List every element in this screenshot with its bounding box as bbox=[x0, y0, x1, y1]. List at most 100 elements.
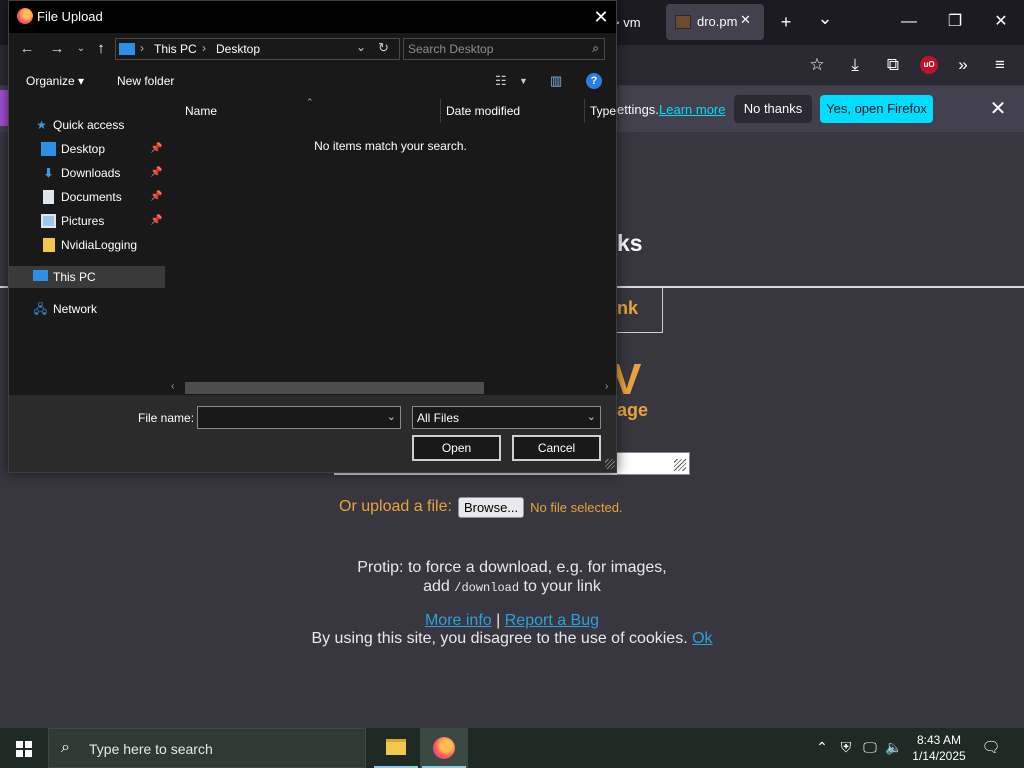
cookie-text: By using this site, you disagree to the … bbox=[311, 630, 688, 647]
preview-pane-icon[interactable]: ▥ bbox=[550, 73, 562, 89]
back-arrow-icon[interactable]: ← bbox=[17, 39, 37, 59]
file-list: ⌃ Name Date modified Type No items match… bbox=[165, 97, 616, 395]
help-icon[interactable]: ? bbox=[586, 73, 602, 89]
refresh-icon[interactable]: ↻ bbox=[378, 40, 389, 56]
documents-folder-icon bbox=[43, 190, 54, 204]
learn-more-link[interactable]: Learn more bbox=[659, 102, 725, 117]
notification-close-icon[interactable]: ✕ bbox=[985, 96, 1011, 122]
taskbar-search[interactable]: ⌕ bbox=[48, 728, 366, 768]
protip-code: /download bbox=[454, 581, 520, 595]
cookie-ok-link[interactable]: Ok bbox=[692, 630, 712, 647]
file-explorer-button[interactable] bbox=[372, 728, 420, 768]
link-separator: | bbox=[496, 612, 501, 629]
command-bar: Organize ▾ New folder ☷ ▼ ▥ ? bbox=[9, 65, 616, 97]
menu-icon[interactable]: ≡ bbox=[985, 50, 1015, 80]
file-type-select[interactable]: All Files ⌄ bbox=[412, 406, 601, 429]
notification-center-icon[interactable]: 🗨 bbox=[980, 738, 1002, 756]
window-close-button[interactable]: ✕ bbox=[978, 0, 1024, 44]
nav-network[interactable]: 🖧 Network bbox=[9, 298, 165, 320]
address-bar[interactable]: › This PC › Desktop ⌄ ↻ bbox=[115, 38, 400, 60]
nav-network-label: Network bbox=[53, 302, 98, 316]
scroll-right-icon[interactable]: › bbox=[605, 381, 608, 392]
more-info-link[interactable]: More info bbox=[425, 612, 492, 629]
tab-title: dro.pm bbox=[697, 14, 738, 29]
cookie-notice: By using this site, you disagree to the … bbox=[262, 630, 762, 648]
resize-grip-icon[interactable] bbox=[674, 459, 686, 471]
search-box[interactable]: ⌕ bbox=[403, 38, 605, 60]
new-tab-button[interactable]: + bbox=[770, 6, 802, 38]
up-arrow-icon[interactable]: ↑ bbox=[91, 39, 111, 59]
pin-icon: 📌 bbox=[150, 143, 163, 154]
file-name-input[interactable] bbox=[201, 410, 381, 425]
breadcrumb-this-pc[interactable]: This PC bbox=[154, 42, 197, 56]
this-pc-icon bbox=[33, 270, 48, 281]
browse-button[interactable]: Browse... bbox=[457, 496, 525, 518]
overflow-icon[interactable]: » bbox=[948, 50, 978, 80]
no-thanks-button[interactable]: No thanks bbox=[734, 95, 812, 123]
nav-documents[interactable]: Documents 📌 bbox=[9, 186, 165, 208]
show-hidden-icons-chevron-icon[interactable]: ⌃ bbox=[812, 739, 832, 756]
column-header-type[interactable]: Type bbox=[590, 99, 616, 123]
organize-button[interactable]: Organize ▾ bbox=[26, 74, 84, 88]
firefox-icon bbox=[17, 8, 33, 24]
tab-close-icon[interactable]: ✕ bbox=[740, 12, 751, 28]
recent-locations-icon[interactable]: ⌄ bbox=[71, 39, 91, 59]
ublock-icon[interactable]: uO bbox=[920, 56, 938, 74]
file-name-combobox[interactable]: ⌄ bbox=[197, 406, 401, 429]
cancel-button[interactable]: Cancel bbox=[512, 435, 601, 461]
horizontal-scrollbar[interactable]: ‹ › bbox=[165, 380, 616, 395]
nav-pictures[interactable]: Pictures 📌 bbox=[9, 210, 165, 232]
chevron-down-icon[interactable]: ⌄ bbox=[387, 410, 396, 423]
upload-label: Or upload a file: bbox=[339, 498, 452, 515]
sort-caret-icon: ⌃ bbox=[306, 97, 314, 107]
start-button[interactable] bbox=[0, 728, 48, 768]
link-box[interactable]: nk bbox=[617, 288, 663, 333]
bookmark-star-icon[interactable]: ☆ bbox=[802, 50, 832, 80]
pictures-folder-icon bbox=[41, 214, 56, 228]
column-divider[interactable] bbox=[440, 99, 441, 123]
nav-downloads[interactable]: ⬇ Downloads 📌 bbox=[9, 162, 165, 184]
new-folder-button[interactable]: New folder bbox=[117, 74, 174, 88]
extensions-icon[interactable]: ⧉ bbox=[878, 50, 908, 80]
column-header-date-modified[interactable]: Date modified bbox=[446, 99, 520, 123]
nav-desktop[interactable]: Desktop 📌 bbox=[9, 138, 165, 160]
nav-quick-access[interactable]: ★ Quick access bbox=[9, 114, 165, 136]
network-tray-icon[interactable]: 🖵 bbox=[860, 739, 880, 756]
taskbar-search-input[interactable] bbox=[89, 740, 349, 758]
paste-textarea[interactable] bbox=[617, 452, 690, 475]
taskbar: ⌕ ⌃ ⛨ 🖵 🔈 8:43 AM 1/14/2025 🗨 bbox=[0, 728, 1024, 768]
change-view-icon[interactable]: ☷ bbox=[495, 73, 507, 89]
address-row: ← → ⌄ ↑ › This PC › Desktop ⌄ ↻ ⌕ bbox=[9, 33, 616, 65]
downloads-icon[interactable]: ⤓ bbox=[840, 50, 870, 80]
forward-arrow-icon[interactable]: → bbox=[47, 39, 67, 59]
volume-muted-icon[interactable]: 🔈 bbox=[884, 739, 904, 756]
scroll-left-icon[interactable]: ‹ bbox=[171, 381, 174, 392]
chevron-down-icon: ⌄ bbox=[586, 411, 596, 423]
window-restore-button[interactable]: ❐ bbox=[932, 0, 978, 44]
firefox-taskbar-button[interactable] bbox=[420, 728, 468, 768]
scrollbar-thumb[interactable] bbox=[185, 382, 484, 394]
nav-nvidialogging[interactable]: NvidiaLogging bbox=[9, 234, 165, 256]
column-header-name[interactable]: Name bbox=[185, 99, 217, 123]
nav-this-pc[interactable]: This PC bbox=[9, 266, 165, 288]
window-minimize-button[interactable]: — bbox=[886, 0, 932, 44]
view-dropdown-icon[interactable]: ▼ bbox=[519, 76, 528, 86]
search-input[interactable] bbox=[408, 41, 578, 57]
dialog-resize-grip-icon[interactable] bbox=[605, 459, 615, 469]
tab-dro-pm[interactable]: dro.pm ✕ bbox=[666, 4, 764, 40]
security-tray-icon[interactable]: ⛨ bbox=[836, 739, 856, 756]
open-button[interactable]: Open bbox=[412, 435, 501, 461]
column-divider[interactable] bbox=[584, 99, 585, 123]
system-clock[interactable]: 8:43 AM 1/14/2025 bbox=[906, 732, 972, 764]
dialog-titlebar[interactable]: File Upload ✕ bbox=[9, 1, 616, 33]
tab-vm[interactable]: > vm bbox=[612, 8, 662, 38]
dialog-close-icon[interactable]: ✕ bbox=[589, 5, 613, 29]
address-dropdown-icon[interactable]: ⌄ bbox=[356, 40, 366, 54]
navigation-pane: ★ Quick access Desktop 📌 ⬇ Downloads 📌 D… bbox=[9, 97, 165, 395]
this-pc-icon bbox=[119, 43, 135, 55]
breadcrumb-desktop[interactable]: Desktop bbox=[216, 42, 260, 56]
clock-date: 1/14/2025 bbox=[912, 749, 966, 763]
report-bug-link[interactable]: Report a Bug bbox=[505, 612, 599, 629]
tab-list-button[interactable]: ⌄ bbox=[809, 2, 841, 34]
yes-open-firefox-button[interactable]: Yes, open Firefox bbox=[820, 95, 933, 123]
